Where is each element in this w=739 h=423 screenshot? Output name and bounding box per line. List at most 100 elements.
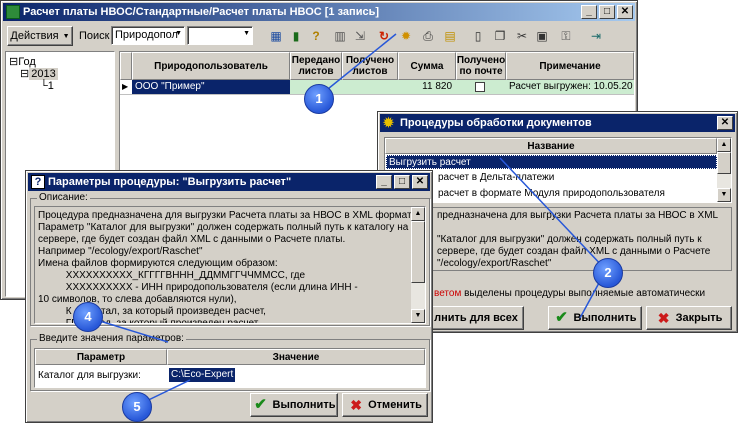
param-header[interactable]: Параметр	[35, 349, 167, 365]
legend-text: выделены процедуры выполняемые автоматич…	[461, 288, 706, 299]
maximize-button[interactable]: □	[599, 5, 615, 19]
search-field-value: Природопол	[115, 29, 178, 41]
params-close-button[interactable]: ✕	[412, 175, 428, 189]
cross-icon: ✖	[657, 310, 670, 326]
grid-view-icon[interactable]: ▦	[267, 28, 285, 44]
close-button[interactable]: ✕	[617, 5, 633, 19]
procedures-description-text: предназначена для выгрузки Расчета платы…	[437, 210, 719, 269]
grid-header-sum[interactable]: Сумма	[398, 52, 456, 80]
app-icon	[6, 5, 20, 19]
procedures-gear-icon[interactable]: ✹	[397, 28, 415, 44]
grid-header-received[interactable]: Получено листов	[342, 52, 398, 80]
value-header[interactable]: Значение	[167, 349, 425, 365]
cut-icon[interactable]: ✂	[513, 28, 531, 44]
params-cancel-button[interactable]: ✖ Отменить	[342, 393, 428, 417]
tree-connector: └	[40, 80, 48, 92]
params-run-button[interactable]: ✔ Выполнить	[250, 393, 338, 417]
procedures-scrollbar[interactable]: ▲ ▼	[717, 138, 731, 202]
refresh-icon[interactable]: ↻	[375, 28, 393, 44]
description-group-label: Описание:	[37, 192, 90, 203]
chart-icon[interactable]: ▮	[287, 28, 305, 44]
grid-header-by-mail[interactable]: Получено по почте	[456, 52, 506, 80]
collapse-icon[interactable]: ⊟	[20, 68, 29, 80]
procedures-header-name[interactable]: Название	[385, 138, 717, 154]
param-name: Каталог для выгрузки:	[38, 370, 141, 381]
cell-user[interactable]: ООО "Пример"	[132, 80, 290, 94]
search-label: Поиск	[79, 30, 110, 42]
procedures-legend: ветом выделены процедуры выполняемые авт…	[434, 288, 705, 299]
row-marker-icon: ▶	[122, 82, 129, 91]
list-item[interactable]: расчет в Дельта-платежи	[386, 171, 717, 185]
help-icon: ?	[31, 175, 45, 189]
list-item[interactable]: расчет в формате Модуля природопользоват…	[386, 187, 717, 201]
params-titlebar[interactable]: ? Параметры процедуры: "Выгрузить расчет…	[28, 173, 430, 191]
paste-icon[interactable]: ▣	[533, 28, 551, 44]
exit-icon[interactable]: ⇥	[587, 28, 605, 44]
params-window: ? Параметры процедуры: "Выгрузить расчет…	[25, 170, 433, 423]
grid-edit-icon[interactable]: ▥	[331, 28, 349, 44]
params-maximize-button[interactable]: □	[394, 175, 410, 189]
procedures-run-button[interactable]: ✔ Выполнить	[548, 306, 642, 330]
actions-label: Действия	[10, 30, 59, 42]
scroll-up-arrow[interactable]: ▲	[717, 138, 731, 152]
procedures-titlebar[interactable]: ✹ Процедуры обработки документов ✕	[380, 114, 735, 132]
export-icon[interactable]: ⇲	[351, 28, 369, 44]
scroll-up-arrow[interactable]: ▲	[411, 207, 425, 221]
checkmark-icon: ✔	[555, 309, 568, 326]
gear-icon: ✹	[383, 115, 394, 130]
run-for-all-button[interactable]: лнить для всех	[428, 306, 524, 330]
search-input[interactable]: ▼	[187, 26, 253, 45]
collapse-icon[interactable]: ⊟	[9, 56, 18, 68]
grid-header-user[interactable]: Природопользователь	[132, 52, 290, 80]
procedures-close-dialog-button[interactable]: ✖ Закрыть	[646, 306, 732, 330]
procedure-label: Выгрузить расчет	[389, 157, 471, 168]
tree-item-2013[interactable]: ⊟ 2013	[20, 67, 58, 80]
params-cancel-label: Отменить	[368, 399, 422, 411]
legend-colored-text: ветом	[434, 288, 462, 299]
chevron-down-icon: ▼	[62, 32, 70, 40]
grid-header-note[interactable]: Примечание	[506, 52, 634, 80]
param-value-input[interactable]: C:\Eco-Expert	[169, 368, 236, 382]
table-row[interactable]: ▶ ООО "Пример" 11 820 Расчет выгружен: 1…	[120, 80, 634, 95]
search-field-select[interactable]: Природопол ▼	[111, 26, 185, 45]
procedures-close-button[interactable]: ✕	[717, 116, 733, 130]
grid-header-indicator	[120, 52, 132, 80]
lock-icon[interactable]: ⚿	[557, 28, 575, 44]
chevron-down-icon: ▼	[175, 30, 182, 37]
description-scrollbar[interactable]: ▲ ▼	[411, 207, 425, 323]
cell-received[interactable]	[342, 80, 398, 94]
cell-by-mail[interactable]	[456, 80, 506, 94]
procedures-close-label: Закрыть	[675, 312, 723, 324]
callout-badge-4: 4	[73, 302, 103, 332]
cell-sum[interactable]: 11 820	[398, 80, 456, 94]
scroll-thumb[interactable]	[411, 221, 425, 283]
cross-icon: ✖	[350, 397, 362, 413]
minimize-button[interactable]: _	[581, 5, 597, 19]
scroll-down-arrow[interactable]: ▼	[411, 309, 425, 323]
procedures-run-label: Выполнить	[573, 312, 637, 324]
callout-badge-2: 2	[593, 258, 623, 288]
table-row[interactable]: Каталог для выгрузки: C:\Eco-Expert	[35, 366, 425, 386]
folder-icon[interactable]: ▤	[441, 28, 459, 44]
params-minimize-button[interactable]: _	[376, 175, 392, 189]
tree-item-2013-label: 2013	[29, 68, 58, 80]
grid-header-sent[interactable]: Передано листов	[290, 52, 342, 80]
print-icon[interactable]: ⎙	[419, 28, 437, 44]
help-icon[interactable]: ?	[307, 28, 325, 44]
scroll-thumb[interactable]	[717, 152, 731, 174]
actions-menu-button[interactable]: Действия ▼	[7, 26, 73, 46]
callout-badge-1: 1	[304, 84, 334, 114]
run-for-all-label: лнить для всех	[434, 312, 518, 324]
by-mail-checkbox[interactable]	[475, 82, 485, 92]
params-group: Введите значения параметров: Параметр Зн…	[30, 333, 430, 391]
new-document-icon[interactable]: ▯	[469, 28, 487, 44]
main-window-titlebar[interactable]: Расчет платы НВОС/Стандартные/Расчет пла…	[3, 3, 635, 21]
list-item[interactable]: Выгрузить расчет	[386, 155, 717, 169]
copy-icon[interactable]: ❐	[491, 28, 509, 44]
params-run-label: Выполнить	[272, 399, 336, 411]
procedures-description: предназначена для выгрузки Расчета платы…	[384, 207, 732, 271]
procedures-title: Процедуры обработки документов	[400, 117, 592, 129]
scroll-down-arrow[interactable]: ▼	[717, 188, 731, 202]
cell-note[interactable]: Расчет выгружен: 10.05.20	[506, 80, 634, 94]
tree-item-quarter-1[interactable]: └1	[40, 80, 54, 92]
